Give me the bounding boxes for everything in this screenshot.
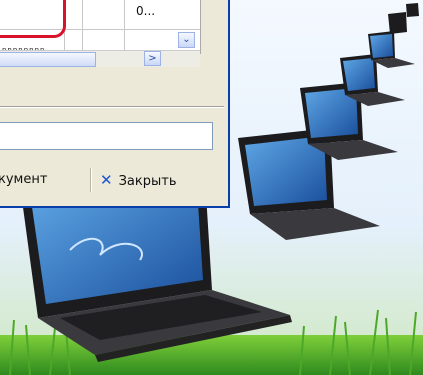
- dialog-window: 0... nnnnnnnn ⌄ > кумент ✕Закрыть: [0, 0, 230, 208]
- close-button-label: Закрыть: [118, 174, 177, 189]
- text-field[interactable]: [0, 122, 213, 150]
- document-button-label: кумент: [0, 172, 48, 187]
- close-button[interactable]: ✕ Закрыть: [100, 167, 176, 193]
- dialog-toolbar: кумент ✕ Закрыть: [0, 162, 224, 202]
- dialog-panel: [0, 71, 224, 109]
- toolbar-separator: [90, 168, 92, 192]
- divider: [0, 106, 224, 108]
- chevron-right-icon: >: [148, 53, 157, 64]
- grid-cell[interactable]: 0...: [136, 4, 155, 18]
- grid-column-divider: [82, 0, 83, 54]
- chevron-down-icon: ⌄: [182, 34, 191, 45]
- scrollbar-thumb[interactable]: [0, 52, 96, 67]
- grid-column-divider: [124, 0, 125, 54]
- scroll-right-button[interactable]: >: [144, 51, 161, 66]
- close-icon: ✕: [100, 171, 113, 189]
- horizontal-scrollbar[interactable]: >: [0, 50, 200, 67]
- document-button[interactable]: кумент: [0, 167, 47, 193]
- scroll-down-button[interactable]: ⌄: [178, 32, 195, 48]
- highlight-annotation: [0, 0, 66, 38]
